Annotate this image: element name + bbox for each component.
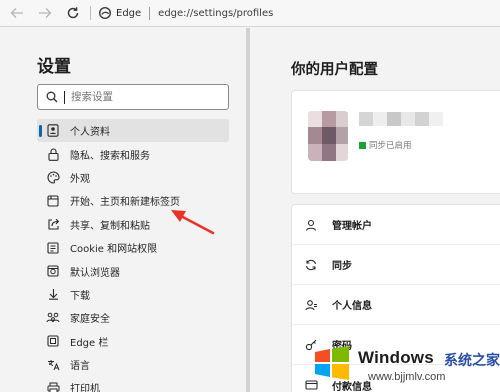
- sidebar-item-start-home-newtab[interactable]: 开始、主页和新建标签页: [37, 189, 229, 212]
- row-label: 管理帐户: [332, 221, 372, 232]
- settings-title: 设置: [37, 57, 71, 77]
- search-settings-box[interactable]: [37, 84, 229, 110]
- sidebar-item-label: 外观: [70, 173, 90, 185]
- row-personal-info[interactable]: 个人信息: [292, 285, 500, 325]
- sync-icon: [304, 258, 318, 272]
- sidebar-item-family-safety[interactable]: 家庭安全: [37, 306, 229, 329]
- refresh-button[interactable]: [62, 2, 84, 24]
- sidebar-item-appearance[interactable]: 外观: [37, 166, 229, 189]
- share-icon: [46, 217, 60, 231]
- search-input[interactable]: [71, 91, 221, 103]
- sidebar-item-label: 下载: [70, 290, 90, 302]
- watermark-brand: Windows: [358, 348, 434, 367]
- home-page-icon: [46, 194, 60, 208]
- text-cursor: [64, 90, 65, 104]
- forward-arrow-icon: [39, 8, 52, 18]
- back-arrow-icon: [10, 8, 23, 18]
- sidebar-item-cookies-permissions[interactable]: Cookie 和网站权限: [37, 236, 229, 259]
- sidebar-item-edge-bar[interactable]: Edge 栏: [37, 330, 229, 353]
- row-sync[interactable]: 同步: [292, 245, 500, 285]
- sidebar-item-label: Edge 栏: [70, 337, 109, 349]
- windows-logo-icon: [315, 346, 349, 380]
- sidebar-item-printers[interactable]: 打印机: [37, 376, 229, 392]
- address-bar-url[interactable]: edge://settings/profiles: [158, 8, 273, 19]
- personal-info-icon: [304, 298, 318, 312]
- sidebar-item-label: 默认浏览器: [70, 267, 120, 279]
- browser-toolbar: Edge edge://settings/profiles: [0, 0, 500, 27]
- sync-status-text: 同步已启用: [369, 141, 412, 151]
- toolbar-separator: [90, 6, 91, 20]
- page-title: 你的用户配置: [291, 62, 378, 78]
- edge-app-name: Edge: [116, 7, 142, 19]
- palette-icon: [46, 170, 60, 184]
- sidebar-item-label: 家庭安全: [70, 314, 110, 326]
- sidebar-item-profiles[interactable]: 个人资料: [37, 119, 229, 143]
- sidebar-item-privacy[interactable]: 隐私、搜索和服务: [37, 142, 229, 165]
- row-manage-account[interactable]: 管理帐户: [292, 205, 500, 245]
- sidebar-item-default-browser[interactable]: 默认浏览器: [37, 259, 229, 282]
- row-label: 同步: [332, 261, 352, 272]
- browser-icon: [46, 264, 60, 278]
- sidebar-item-label: 打印机: [70, 384, 100, 392]
- watermark-site-name: 系统之家: [444, 353, 500, 369]
- sync-status-indicator: [359, 141, 366, 149]
- sidebar-item-label: 共享、复制和粘贴: [70, 220, 150, 232]
- avatar[interactable]: [308, 111, 348, 161]
- sidebar-item-share-copy-paste[interactable]: 共享、复制和粘贴: [37, 213, 229, 236]
- main-content: 你的用户配置 同步已启用 管理帐户 同步 个人信息 密码 付款信息: [250, 28, 500, 392]
- lock-icon: [46, 147, 60, 161]
- person-icon: [46, 124, 60, 138]
- sidebar-item-label: 语言: [70, 361, 90, 373]
- forward-button[interactable]: [34, 2, 56, 24]
- sidebar-item-label: 个人资料: [70, 127, 110, 139]
- settings-nav: 个人资料 隐私、搜索和服务 外观 开始、主页和新建标签页 共享、复制和粘贴 Co…: [37, 119, 229, 392]
- site-permissions-icon: [46, 241, 60, 255]
- sidebar-item-label: 开始、主页和新建标签页: [70, 197, 180, 209]
- profile-card: 同步已启用: [291, 90, 500, 194]
- watermark-url: www.bjjmlv.com: [368, 371, 446, 383]
- language-icon: [46, 358, 60, 372]
- settings-sidebar: 设置 个人资料 隐私、搜索和服务 外观 开始、主页和新建标签页: [0, 28, 246, 392]
- edge-site-chip[interactable]: Edge: [99, 7, 141, 19]
- edge-settings-window: Edge edge://settings/profiles 设置 个人资料 隐私…: [0, 0, 500, 392]
- sidebar-item-downloads[interactable]: 下载: [37, 283, 229, 306]
- row-label: 个人信息: [332, 301, 372, 312]
- sidebar-item-languages[interactable]: 语言: [37, 353, 229, 376]
- account-icon: [304, 218, 318, 232]
- edge-logo-icon: [99, 7, 111, 19]
- watermark: Windows 系统之家 www.bjjmlv.com: [312, 340, 500, 392]
- download-icon: [46, 287, 60, 301]
- back-button[interactable]: [6, 2, 28, 24]
- url-divider: [149, 6, 151, 20]
- printer-icon: [46, 381, 60, 392]
- search-icon: [46, 91, 58, 103]
- sidebar-item-label: 隐私、搜索和服务: [70, 150, 150, 162]
- profile-name-redacted: [359, 111, 449, 126]
- edge-bar-icon: [46, 334, 60, 348]
- sidebar-item-label: Cookie 和网站权限: [70, 244, 158, 256]
- family-icon: [46, 311, 60, 325]
- refresh-icon: [67, 7, 79, 19]
- sync-status: 同步已启用: [359, 139, 412, 151]
